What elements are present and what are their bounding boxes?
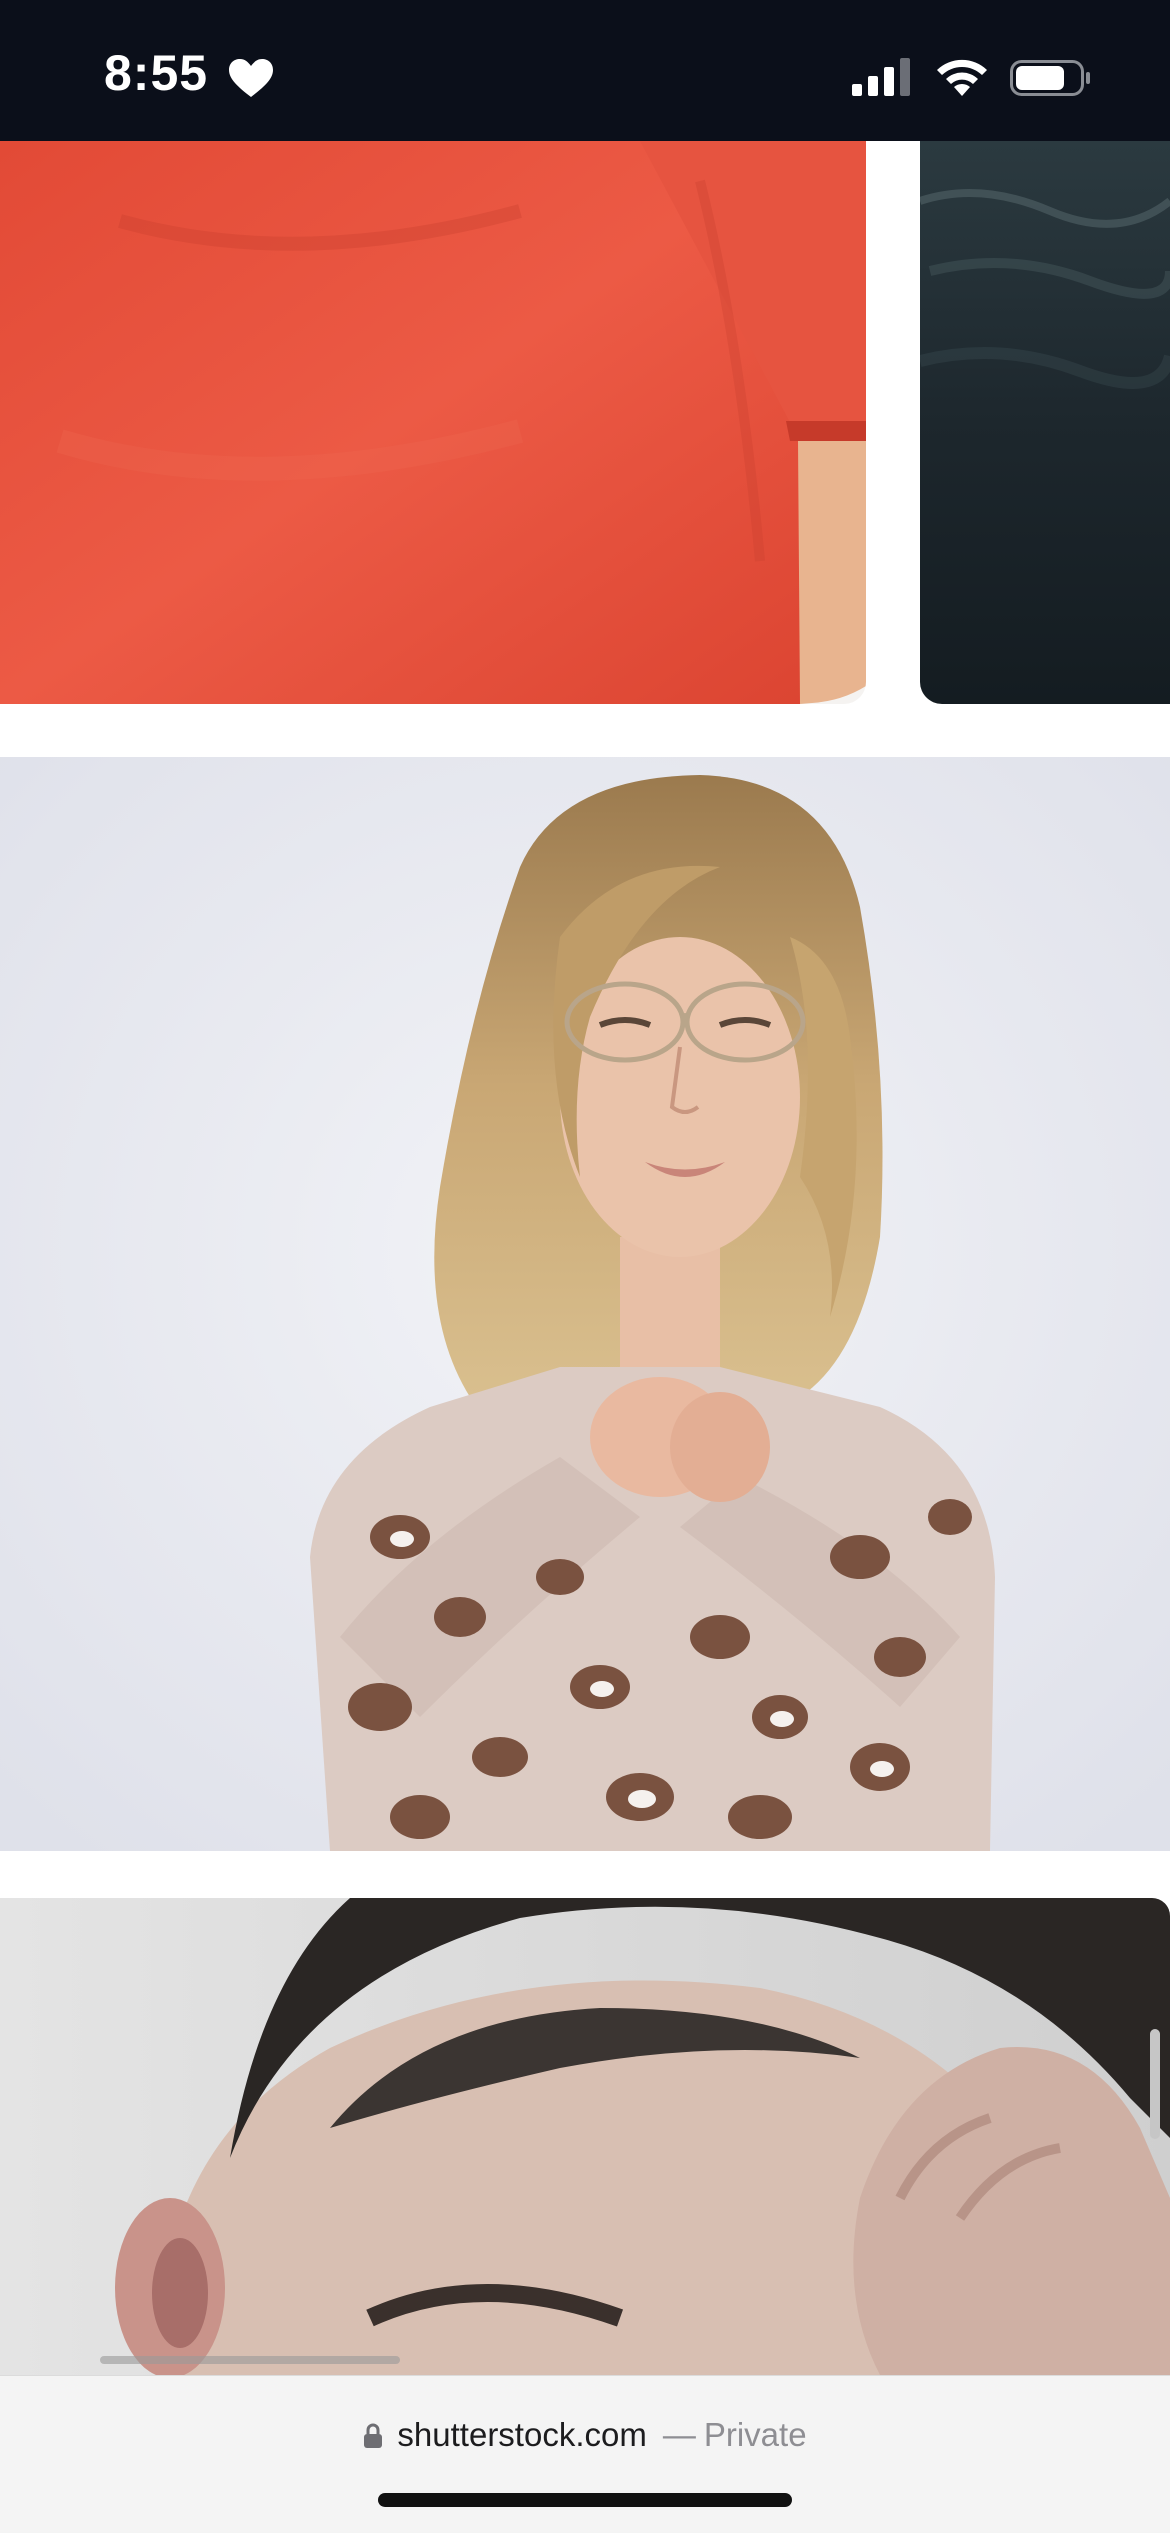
url-row[interactable]: shutterstock.com — Private <box>0 2416 1170 2454</box>
url-domain: shutterstock.com <box>397 2416 647 2453</box>
cellular-signal-icon <box>852 58 910 96</box>
browser-address-bar[interactable]: shutterstock.com — Private <box>0 2375 1170 2533</box>
private-mode-label: Private <box>703 2416 807 2453</box>
result-photo-dark-water[interactable] <box>920 141 1170 704</box>
battery-icon <box>1010 60 1090 96</box>
result-photo-boy-holding-head[interactable] <box>0 1898 1170 2375</box>
status-bar: 8:55 <box>0 0 1170 141</box>
result-photo-red-shirt[interactable] <box>0 141 866 704</box>
scrollbar[interactable] <box>1150 2029 1160 2139</box>
result-photo-girl-leopard-sweater[interactable] <box>0 757 1170 1851</box>
wifi-icon <box>937 59 987 96</box>
home-indicator[interactable] <box>378 2493 792 2507</box>
status-time: 8:55 <box>104 45 209 101</box>
lock-icon <box>364 2423 383 2448</box>
url-separator: — <box>662 2416 696 2453</box>
search-results <box>0 141 1170 2375</box>
page-scroll-progress <box>100 2356 400 2364</box>
heart-icon <box>229 59 273 97</box>
